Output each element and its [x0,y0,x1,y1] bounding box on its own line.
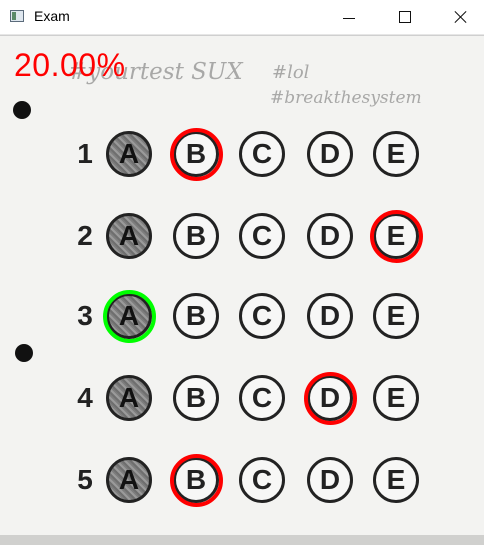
answer-bubble: E [373,293,419,339]
binder-hole-top [13,101,31,119]
answer-bubble: A [106,131,152,177]
question-number: 4 [77,382,93,413]
handwritten-note: #lol [272,62,310,83]
answer-bubble: E [373,457,419,503]
title-bar: Exam [0,0,484,35]
close-icon [454,10,468,24]
exam-window: Exam #yourtest SUX #lol #breakthesystem … [0,0,484,545]
answer-bubble: D [307,213,353,259]
minimize-icon [343,17,355,19]
answer-bubble: A [106,457,152,503]
answer-bubble: B [173,293,219,339]
answer-bubble: E [373,131,419,177]
binder-hole-middle [15,344,33,362]
question-number: 3 [77,300,93,331]
score-overlay: 20.00% [14,47,126,83]
answer-bubble: C [239,457,285,503]
maximize-button[interactable] [382,0,428,34]
answer-bubble: E [373,213,419,259]
answer-bubble: C [239,375,285,421]
answer-bubble: D [307,457,353,503]
answer-bubble: B [173,131,219,177]
answer-bubble: D [307,375,353,421]
app-icon [10,10,24,22]
answer-bubble: B [173,375,219,421]
answer-bubble: D [307,293,353,339]
minimize-button[interactable] [326,0,372,34]
question-number: 1 [77,138,93,169]
answer-bubble: E [373,375,419,421]
answer-bubble: B [173,213,219,259]
question-number: 5 [77,464,93,495]
answer-bubble: C [239,293,285,339]
answer-bubble: C [239,131,285,177]
question-number: 2 [77,220,93,251]
handwritten-note: #breakthesystem [270,88,422,108]
answer-bubble: C [239,213,285,259]
answer-bubble: B [173,457,219,503]
paper-bottom-edge [0,535,484,545]
maximize-icon [399,11,411,23]
answer-bubble: A [106,293,152,339]
window-title: Exam [34,8,70,24]
answer-bubble: D [307,131,353,177]
answer-bubble: A [106,213,152,259]
answer-bubble: A [106,375,152,421]
close-button[interactable] [438,0,484,34]
